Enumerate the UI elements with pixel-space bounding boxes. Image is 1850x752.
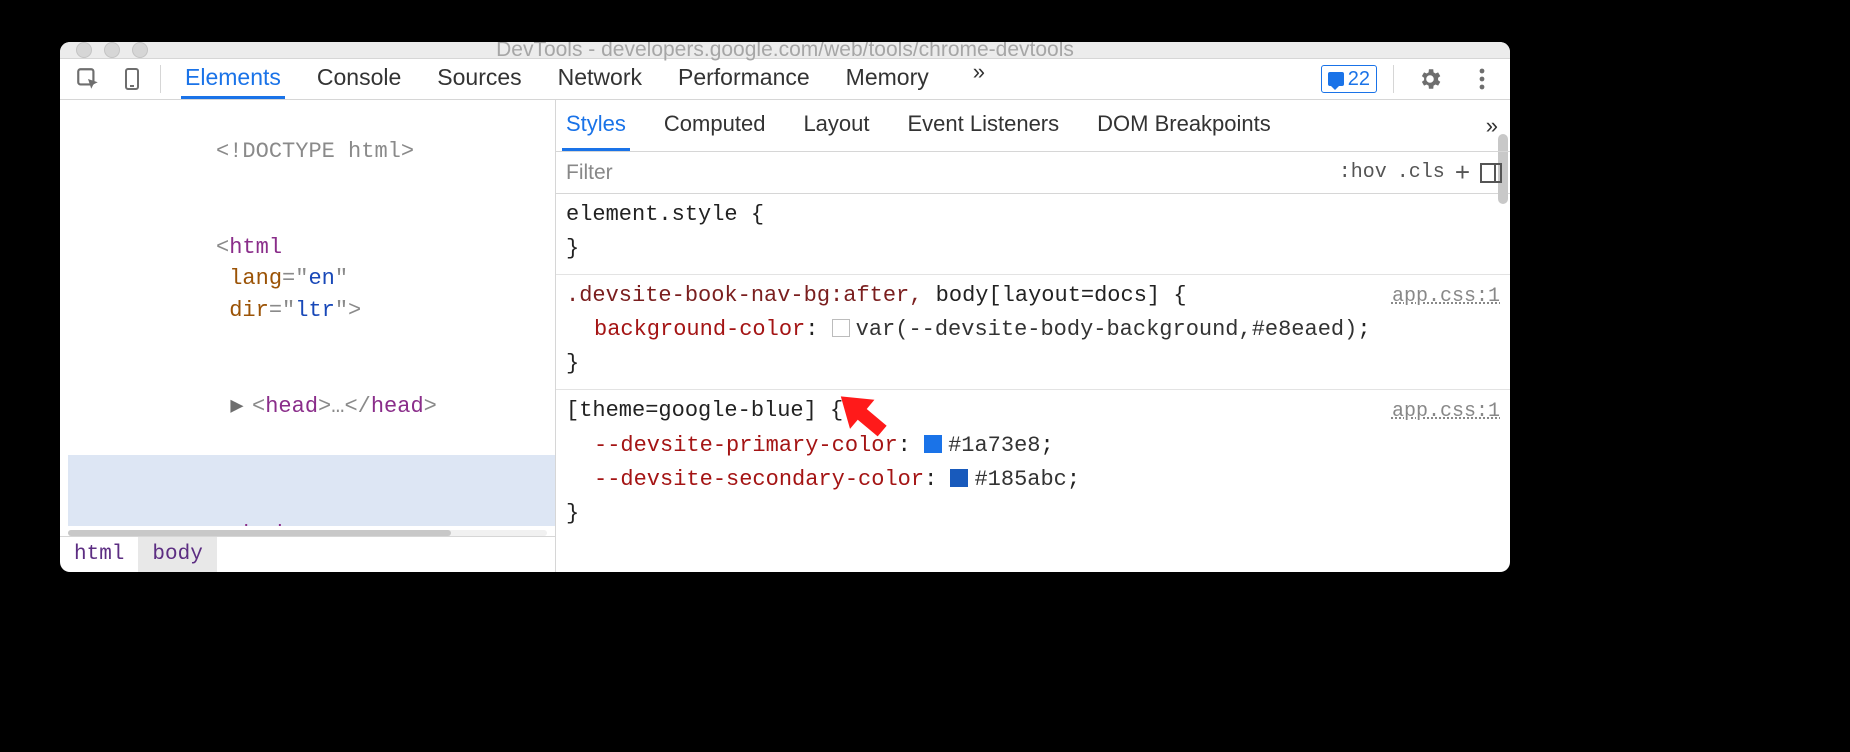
- dom-head-collapsed[interactable]: ▶<head>…</head>: [90, 359, 555, 455]
- toolbar-right: 22: [1321, 59, 1502, 99]
- toggle-sidebar-icon[interactable]: [1480, 163, 1502, 183]
- rule-source-link[interactable]: app.css:1: [1392, 396, 1500, 427]
- breadcrumb-html[interactable]: html: [60, 537, 138, 572]
- dom-tree[interactable]: <!DOCTYPE html> <html lang="en" dir="ltr…: [60, 100, 555, 526]
- traffic-light-zoom[interactable]: [132, 42, 148, 58]
- breadcrumb-body[interactable]: body: [138, 537, 216, 572]
- dom-breadcrumbs: html body: [60, 536, 555, 572]
- color-swatch-icon[interactable]: [832, 319, 850, 337]
- rule-source-link[interactable]: app.css:1: [1392, 281, 1500, 312]
- traffic-light-close[interactable]: [76, 42, 92, 58]
- styles-filter-input[interactable]: [556, 152, 1331, 193]
- dom-doctype[interactable]: <!DOCTYPE html>: [68, 104, 555, 200]
- styles-filter-row: :hov .cls +: [556, 152, 1510, 194]
- traffic-light-minimize[interactable]: [104, 42, 120, 58]
- rule-devsite-book-nav[interactable]: app.css:1 .devsite-book-nav-bg:after, bo…: [556, 275, 1510, 390]
- window-controls: [76, 42, 148, 58]
- more-subtabs-chevron-icon[interactable]: »: [1486, 113, 1498, 139]
- inspect-element-icon[interactable]: [68, 59, 108, 99]
- collapse-caret-icon[interactable]: ▼: [216, 519, 230, 526]
- expand-caret-icon[interactable]: ▶: [238, 391, 252, 423]
- subtab-event-listeners[interactable]: Event Listeners: [904, 100, 1064, 151]
- tab-console[interactable]: Console: [313, 59, 405, 99]
- dom-body-selected[interactable]: ⋯ ▼<body type="article" theme="google-bl…: [68, 455, 555, 526]
- device-toolbar-icon[interactable]: [112, 59, 152, 99]
- messages-count: 22: [1348, 68, 1370, 91]
- tab-elements[interactable]: Elements: [181, 59, 285, 99]
- tab-sources[interactable]: Sources: [433, 59, 525, 99]
- subtab-dom-breakpoints[interactable]: DOM Breakpoints: [1093, 100, 1275, 151]
- tab-performance[interactable]: Performance: [674, 59, 814, 99]
- settings-gear-icon[interactable]: [1410, 59, 1450, 99]
- body-split: <!DOCTYPE html> <html lang="en" dir="ltr…: [60, 100, 1510, 572]
- color-swatch-icon[interactable]: [950, 469, 968, 487]
- horizontal-scrollbar[interactable]: [68, 530, 547, 536]
- color-swatch-icon[interactable]: [924, 435, 942, 453]
- styles-filter-tools: :hov .cls +: [1331, 160, 1510, 186]
- sidebar-tabs: Styles Computed Layout Event Listeners D…: [556, 100, 1510, 152]
- subtab-styles[interactable]: Styles: [562, 100, 630, 151]
- subtab-layout[interactable]: Layout: [799, 100, 873, 151]
- tab-memory[interactable]: Memory: [842, 59, 933, 99]
- titlebar: DevTools - developers.google.com/web/too…: [60, 42, 1510, 59]
- rule-theme-google-blue[interactable]: app.css:1 [theme=google-blue] { --devsit…: [556, 390, 1510, 538]
- elements-tree-pane: <!DOCTYPE html> <html lang="en" dir="ltr…: [60, 100, 556, 572]
- console-messages-badge[interactable]: 22: [1321, 65, 1377, 93]
- subtab-computed[interactable]: Computed: [660, 100, 770, 151]
- devtools-window: DevTools - developers.google.com/web/too…: [60, 42, 1510, 572]
- scrollbar-thumb[interactable]: [68, 530, 451, 536]
- dom-html-open[interactable]: <html lang="en" dir="ltr">: [68, 200, 555, 359]
- hov-toggle[interactable]: :hov: [1339, 161, 1387, 184]
- new-style-rule-icon[interactable]: +: [1455, 159, 1470, 185]
- styles-pane: Styles Computed Layout Event Listeners D…: [556, 100, 1510, 572]
- panel-tabs: Elements Console Sources Network Perform…: [181, 59, 985, 99]
- toolbar-separator: [160, 65, 161, 93]
- more-tabs-chevron-icon[interactable]: »: [973, 59, 985, 99]
- rule-element-style[interactable]: element.style { }: [556, 194, 1510, 275]
- tab-network[interactable]: Network: [554, 59, 646, 99]
- message-icon: [1328, 72, 1344, 86]
- cls-toggle[interactable]: .cls: [1397, 161, 1445, 184]
- toolbar-separator: [1393, 65, 1394, 93]
- styles-rules: element.style { } app.css:1 .devsite-boo…: [556, 194, 1510, 572]
- more-options-kebab-icon[interactable]: [1462, 59, 1502, 99]
- main-toolbar: Elements Console Sources Network Perform…: [60, 59, 1510, 100]
